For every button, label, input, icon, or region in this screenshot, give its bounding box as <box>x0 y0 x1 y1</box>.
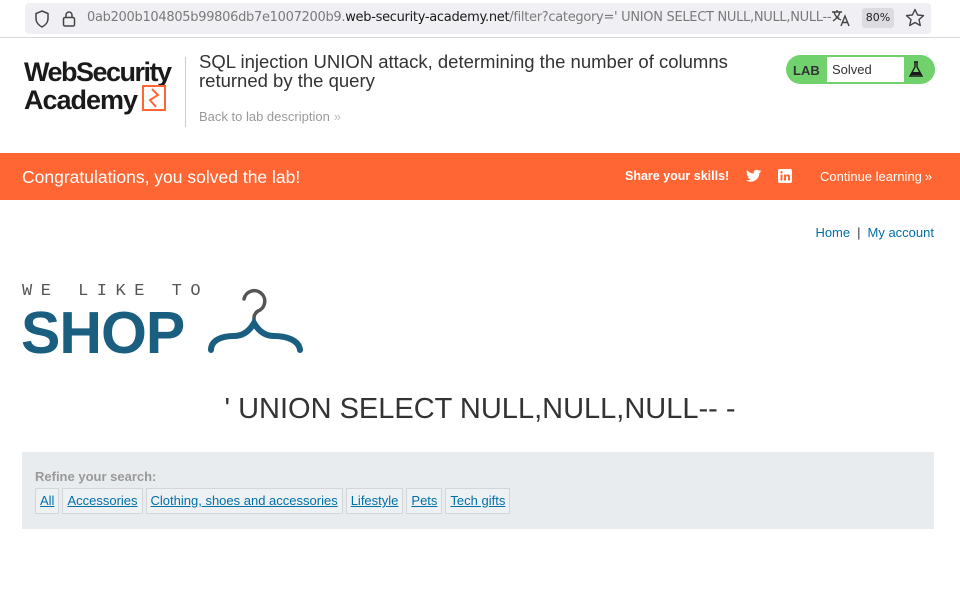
lab-status-widget: LAB Solved <box>786 55 935 84</box>
browser-toolbar: 0ab200b104805b99806db7e1007200b9.web-sec… <box>0 0 960 38</box>
filter-link-tech-gifts[interactable]: Tech gifts <box>445 488 511 514</box>
filter-link-lifestyle[interactable]: Lifestyle <box>345 488 404 514</box>
url-path: /filter?category=' UNION SELECT NULL,NUL… <box>509 10 840 25</box>
hanger-icon <box>208 288 303 353</box>
flask-icon <box>908 61 924 77</box>
continue-learning-label: Continue learning <box>820 169 922 184</box>
web-security-academy-logo[interactable]: WebSecurity Academy <box>24 57 184 115</box>
filter-link-pets[interactable]: Pets <box>406 488 443 514</box>
lab-badge: LAB <box>793 63 820 78</box>
chevron-right-icon: » <box>924 169 933 184</box>
lab-solved-banner: Congratulations, you solved the lab! Sha… <box>0 153 960 200</box>
continue-learning-link[interactable]: Continue learning» <box>820 169 932 184</box>
url-prefix: 0ab200b104805b99806db7e1007200b9. <box>87 10 346 25</box>
refine-search-label: Refine your search: <box>35 469 157 484</box>
category-filter-list: All Accessories Clothing, shoes and acce… <box>35 488 511 514</box>
filter-link-clothing[interactable]: Clothing, shoes and accessories <box>145 488 343 514</box>
shield-icon[interactable] <box>34 10 50 28</box>
logo-line-2: Academy <box>24 85 138 115</box>
top-nav: Home | My account <box>815 225 934 240</box>
filter-link-accessories[interactable]: Accessories <box>62 488 143 514</box>
banner-title: Congratulations, you solved the lab! <box>22 167 301 187</box>
filter-link-all[interactable]: All <box>35 488 60 514</box>
share-skills-label: Share your skills! <box>625 169 730 183</box>
url-text[interactable]: 0ab200b104805b99806db7e1007200b9.web-sec… <box>87 10 840 25</box>
my-account-link[interactable]: My account <box>868 225 934 240</box>
nav-separator: | <box>857 225 861 240</box>
we-like-to-shop-logo: WE LIKE TO SHOP <box>22 282 303 355</box>
star-icon[interactable] <box>905 8 925 28</box>
header-divider <box>185 57 186 127</box>
filter-panel: Refine your search: All Accessories Clot… <box>22 452 934 529</box>
chevron-right-icon: » <box>333 109 342 124</box>
shop-logo-tagline: WE LIKE TO <box>22 282 209 301</box>
twitter-icon[interactable] <box>746 169 762 183</box>
translate-icon[interactable] <box>831 9 851 27</box>
academy-header: WebSecurity Academy SQL injection UNION … <box>0 39 960 153</box>
back-link-label: Back to lab description <box>199 109 330 124</box>
lab-status-text: Solved <box>827 57 904 82</box>
back-to-lab-description-link[interactable]: Back to lab description» <box>199 109 341 124</box>
lock-icon[interactable] <box>62 10 76 27</box>
search-results-heading: ' UNION SELECT NULL,NULL,NULL-- - <box>224 393 736 425</box>
zoom-level-badge[interactable]: 80% <box>862 8 894 28</box>
logo-line-1: WebSecurity <box>24 57 172 87</box>
shop-logo-word: SHOP <box>22 300 184 355</box>
home-link[interactable]: Home <box>815 225 850 240</box>
lab-title: SQL injection UNION attack, determining … <box>199 51 728 91</box>
linkedin-icon[interactable] <box>778 169 792 183</box>
url-host: web-security-academy.net <box>345 10 510 25</box>
